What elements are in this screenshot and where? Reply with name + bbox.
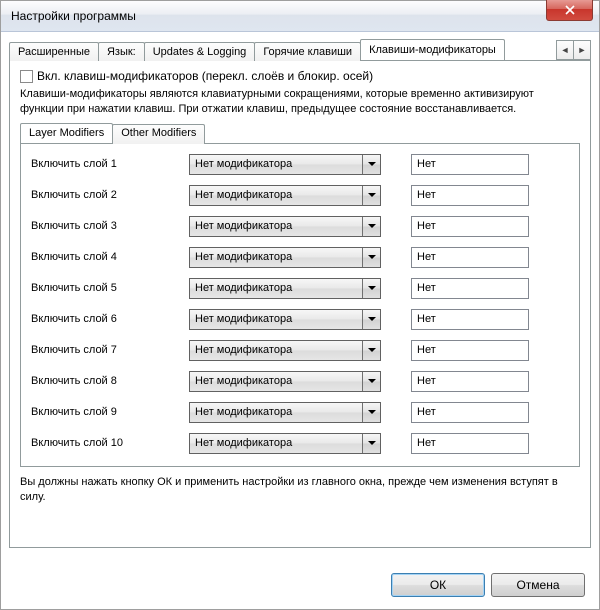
- combo-text: Нет модификатора: [190, 217, 362, 236]
- chevron-right-icon: ►: [578, 45, 587, 55]
- chevron-down-icon: [362, 403, 380, 422]
- enable-modifiers-row: Вкл. клавиш-модификаторов (перекл. слоёв…: [20, 69, 580, 83]
- cancel-button[interactable]: Отмена: [491, 573, 585, 597]
- enable-modifiers-checkbox[interactable]: [20, 70, 33, 83]
- layer-modifiers-panel: Включить слой 1 Нет модификатора Нет Вкл…: [20, 143, 580, 467]
- chevron-left-icon: ◄: [561, 45, 570, 55]
- chevron-down-icon: [362, 434, 380, 453]
- modifier-value[interactable]: Нет: [411, 185, 529, 206]
- modifier-row: Включить слой 8 Нет модификатора Нет: [31, 371, 569, 392]
- modifier-combo[interactable]: Нет модификатора: [189, 247, 381, 268]
- inner-tabstrip: Layer Modifiers Other Modifiers: [20, 123, 580, 143]
- modifier-combo[interactable]: Нет модификатора: [189, 216, 381, 237]
- close-icon: [565, 5, 575, 15]
- modifier-label: Включить слой 2: [31, 189, 179, 201]
- description-text: Клавиши-модификаторы являются клавиатурн…: [20, 87, 580, 117]
- combo-text: Нет модификатора: [190, 372, 362, 391]
- tab-scroll-left[interactable]: ◄: [556, 40, 574, 60]
- chevron-down-icon: [362, 155, 380, 174]
- titlebar: Настройки программы: [1, 1, 599, 32]
- modifier-label: Включить слой 9: [31, 406, 179, 418]
- modifier-combo[interactable]: Нет модификатора: [189, 433, 381, 454]
- chevron-down-icon: [362, 186, 380, 205]
- tab-scroll: ◄ ►: [557, 40, 591, 60]
- tab-extended[interactable]: Расширенные: [9, 42, 99, 61]
- modifier-label: Включить слой 1: [31, 158, 179, 170]
- combo-text: Нет модификатора: [190, 155, 362, 174]
- combo-text: Нет модификатора: [190, 403, 362, 422]
- modifier-combo[interactable]: Нет модификатора: [189, 340, 381, 361]
- window-title: Настройки программы: [11, 9, 136, 23]
- chevron-down-icon: [362, 217, 380, 236]
- modifier-value[interactable]: Нет: [411, 309, 529, 330]
- chevron-down-icon: [362, 341, 380, 360]
- chevron-down-icon: [362, 372, 380, 391]
- modifier-combo[interactable]: Нет модификатора: [189, 371, 381, 392]
- dialog-buttons: ОК Отмена: [391, 573, 585, 597]
- enable-modifiers-label[interactable]: Вкл. клавиш-модификаторов (перекл. слоёв…: [37, 69, 373, 83]
- tab-updates-logging[interactable]: Updates & Logging: [144, 42, 256, 61]
- modifier-label: Включить слой 3: [31, 220, 179, 232]
- modifier-value[interactable]: Нет: [411, 216, 529, 237]
- close-button[interactable]: [546, 0, 593, 21]
- modifier-label: Включить слой 8: [31, 375, 179, 387]
- chevron-down-icon: [362, 279, 380, 298]
- modifier-row: Включить слой 2 Нет модификатора Нет: [31, 185, 569, 206]
- tab-layer-modifiers[interactable]: Layer Modifiers: [20, 123, 113, 143]
- ok-button[interactable]: ОК: [391, 573, 485, 597]
- modifier-row: Включить слой 1 Нет модификатора Нет: [31, 154, 569, 175]
- modifier-row: Включить слой 10 Нет модификатора Нет: [31, 433, 569, 454]
- modifier-value[interactable]: Нет: [411, 278, 529, 299]
- combo-text: Нет модификатора: [190, 186, 362, 205]
- modifier-row: Включить слой 4 Нет модификатора Нет: [31, 247, 569, 268]
- modifier-combo[interactable]: Нет модификатора: [189, 309, 381, 330]
- tab-hotkeys[interactable]: Горячие клавиши: [254, 42, 361, 61]
- modifier-row: Включить слой 3 Нет модификатора Нет: [31, 216, 569, 237]
- combo-text: Нет модификатора: [190, 434, 362, 453]
- modifier-value[interactable]: Нет: [411, 402, 529, 423]
- modifier-value[interactable]: Нет: [411, 247, 529, 268]
- modifier-label: Включить слой 7: [31, 344, 179, 356]
- modifier-label: Включить слой 5: [31, 282, 179, 294]
- outer-tabstrip: Расширенные Язык: Updates & Logging Горя…: [9, 38, 591, 60]
- tab-language[interactable]: Язык:: [98, 42, 145, 61]
- tab-panel: Вкл. клавиш-модификаторов (перекл. слоёв…: [9, 60, 591, 548]
- combo-text: Нет модификатора: [190, 310, 362, 329]
- tab-other-modifiers[interactable]: Other Modifiers: [112, 124, 205, 144]
- combo-text: Нет модификатора: [190, 279, 362, 298]
- modifier-row: Включить слой 9 Нет модификатора Нет: [31, 402, 569, 423]
- tab-scroll-right[interactable]: ►: [573, 40, 591, 60]
- chevron-down-icon: [362, 248, 380, 267]
- modifier-value[interactable]: Нет: [411, 371, 529, 392]
- settings-window: Настройки программы Расширенные Язык: Up…: [0, 0, 600, 610]
- modifier-row: Включить слой 7 Нет модификатора Нет: [31, 340, 569, 361]
- tab-modifier-keys[interactable]: Клавиши-модификаторы: [360, 39, 505, 60]
- modifier-label: Включить слой 4: [31, 251, 179, 263]
- modifier-combo[interactable]: Нет модификатора: [189, 402, 381, 423]
- modifier-value[interactable]: Нет: [411, 154, 529, 175]
- modifier-value[interactable]: Нет: [411, 433, 529, 454]
- chevron-down-icon: [362, 310, 380, 329]
- modifier-combo[interactable]: Нет модификатора: [189, 278, 381, 299]
- modifier-combo[interactable]: Нет модификатора: [189, 185, 381, 206]
- modifier-row: Включить слой 6 Нет модификатора Нет: [31, 309, 569, 330]
- modifier-value[interactable]: Нет: [411, 340, 529, 361]
- combo-text: Нет модификатора: [190, 341, 362, 360]
- modifier-label: Включить слой 6: [31, 313, 179, 325]
- modifier-row: Включить слой 5 Нет модификатора Нет: [31, 278, 569, 299]
- modifier-combo[interactable]: Нет модификатора: [189, 154, 381, 175]
- combo-text: Нет модификатора: [190, 248, 362, 267]
- modifier-label: Включить слой 10: [31, 437, 179, 449]
- footnote-text: Вы должны нажать кнопку ОК и применить н…: [20, 475, 580, 505]
